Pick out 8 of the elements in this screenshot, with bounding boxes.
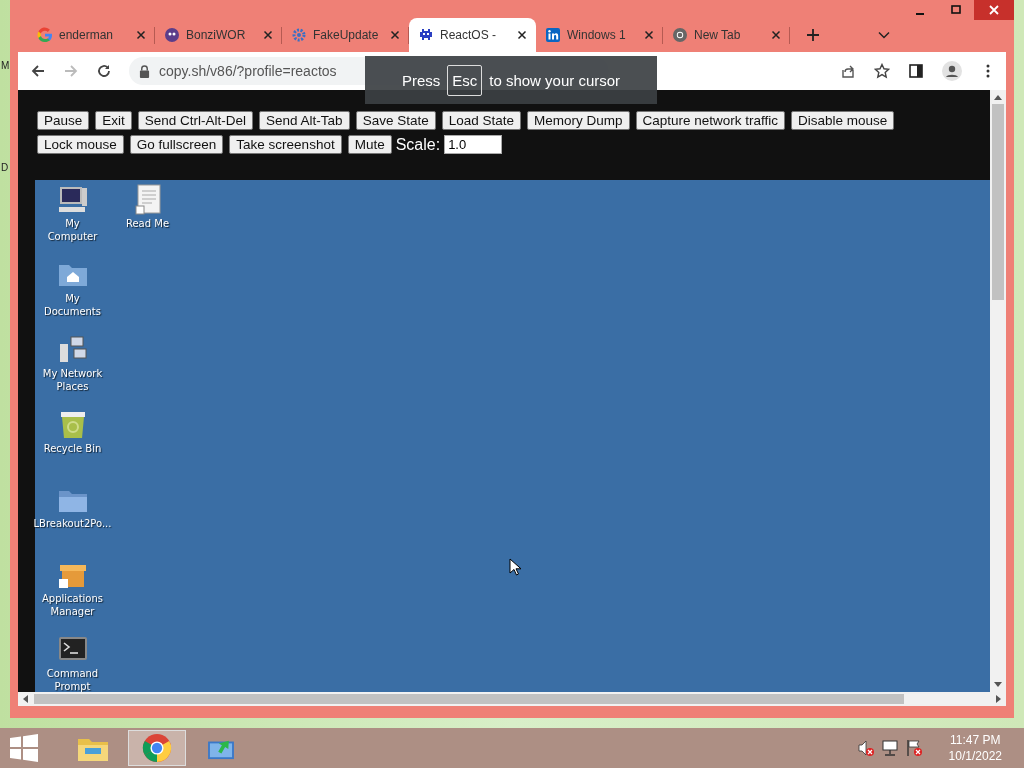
clock-date: 10/1/2022 xyxy=(948,748,1002,764)
notice-text: Press xyxy=(401,71,441,89)
notice-text: to show your cursor xyxy=(489,71,621,89)
desktop-icon-label: D xyxy=(1,162,10,174)
esc-key-label: Esc xyxy=(447,64,483,96)
scale-label: Scale: xyxy=(395,135,441,154)
desktop-icon-label: M xyxy=(1,60,10,72)
clock-time: 11:47 PM xyxy=(950,732,1001,748)
